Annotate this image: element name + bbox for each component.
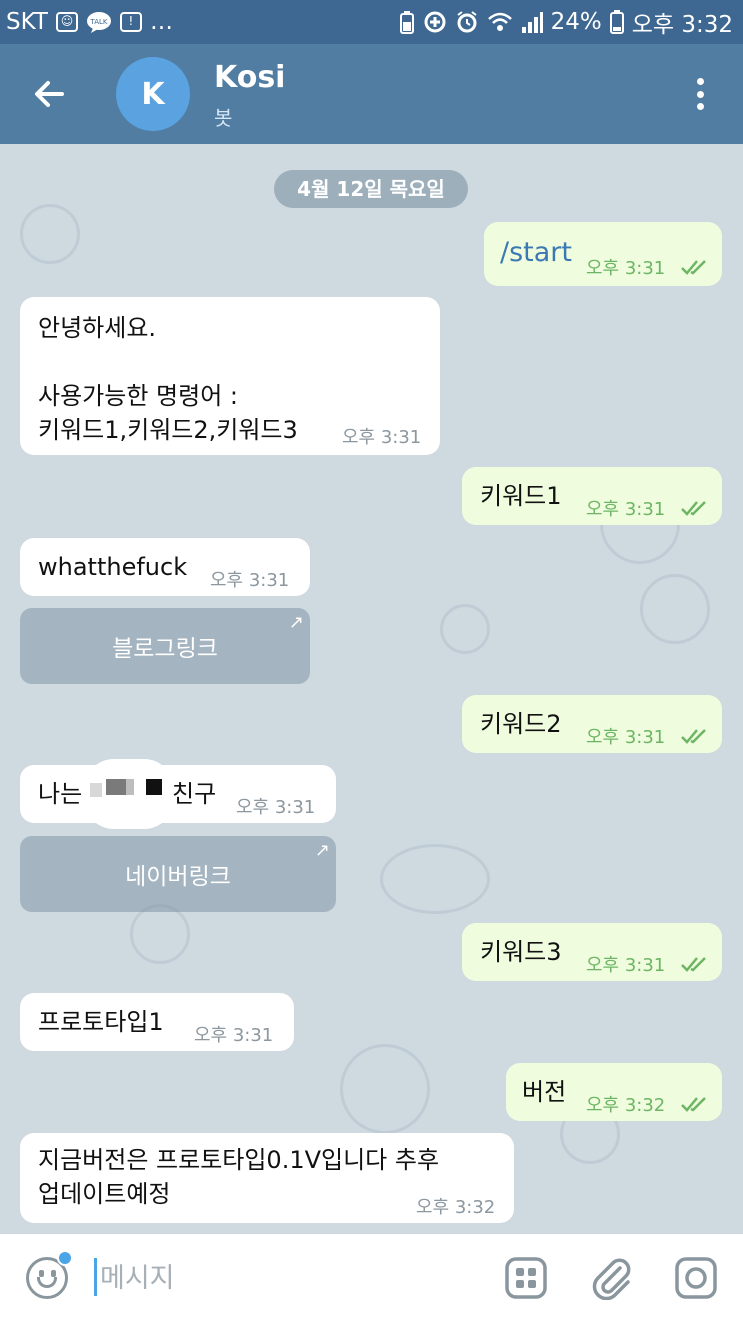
bot-commands-icon[interactable] — [504, 1256, 548, 1300]
read-checkmarks-icon — [681, 501, 706, 516]
message-text: 키워드3 — [480, 938, 562, 966]
external-link-icon: ↗ — [314, 840, 330, 861]
chat-subtitle: 봇 — [214, 106, 233, 130]
message-composer — [0, 1234, 743, 1321]
message-text-end: 친구 — [172, 780, 217, 808]
message-text: 안녕하세요. 사용가능한 명령어 : 키워드1,키워드2,키워드3 — [38, 314, 298, 444]
chat-title[interactable]: Kosi — [214, 60, 285, 95]
avatar[interactable]: K — [116, 57, 190, 131]
read-checkmarks-icon — [681, 729, 706, 744]
incoming-message[interactable]: 안녕하세요. 사용가능한 명령어 : 키워드1,키워드2,키워드3 오후 3:3… — [20, 297, 440, 455]
message-time: 오후 3:32 — [586, 1095, 666, 1116]
message-time: 오후 3:31 — [586, 727, 666, 748]
message-text: 키워드1 — [480, 482, 562, 510]
background-doodle — [380, 844, 490, 914]
new-sticker-badge — [57, 1250, 73, 1266]
message-input[interactable] — [100, 1256, 460, 1300]
background-doodle — [640, 574, 710, 644]
incoming-message[interactable]: 나는 친구 오후 3:31 — [20, 759, 336, 829]
back-arrow-icon — [35, 81, 64, 107]
message-time: 오후 3:31 — [586, 955, 666, 976]
outgoing-message[interactable]: 키워드2 오후 3:31 — [462, 695, 722, 753]
clock: 오후 3:32 — [631, 12, 733, 38]
message-time: 오후 3:31 — [210, 570, 290, 591]
message-time: 오후 3:32 — [416, 1197, 496, 1218]
message-time: 오후 3:31 — [586, 258, 666, 279]
incoming-message[interactable]: whatthefuck 오후 3:31 — [20, 538, 310, 596]
battery-icon — [609, 10, 624, 34]
back-button[interactable] — [28, 72, 72, 116]
status-bar: SKT ☺ TALK ! … 24% 오후 3:32 — [0, 0, 743, 44]
inline-button-label: 네이버링크 — [125, 864, 231, 890]
background-doodle — [130, 904, 190, 964]
censor-pixel — [126, 779, 134, 795]
incoming-message[interactable]: 지금버전은 프로토타입0.1V입니다 추후 업데이트예정 오후 3:32 — [20, 1133, 514, 1223]
more-notifications-icon: … — [149, 9, 173, 35]
data-saver-icon — [423, 10, 447, 34]
message-time: 오후 3:31 — [236, 797, 316, 818]
outgoing-message[interactable]: /start 오후 3:31 — [484, 222, 722, 286]
battery-saver-icon — [399, 10, 415, 34]
emoji-icon — [39, 1270, 44, 1277]
notification-icon: ☺ — [55, 12, 78, 32]
emoji-icon — [51, 1270, 56, 1277]
text-cursor — [94, 1258, 97, 1296]
message-text-start: 나는 — [38, 780, 83, 808]
read-checkmarks-icon — [681, 1097, 706, 1112]
read-checkmarks-icon — [681, 957, 706, 972]
talk-icon: TALK — [86, 11, 112, 33]
message-time: 오후 3:31 — [586, 499, 666, 520]
attach-icon[interactable] — [590, 1256, 634, 1300]
alert-icon: ! — [119, 12, 142, 32]
censor-pixel — [146, 779, 162, 795]
message-text: whatthefuck — [38, 553, 188, 581]
chat-header: K Kosi 봇 — [0, 44, 743, 144]
emoji-icon — [37, 1277, 57, 1288]
background-doodle — [20, 204, 80, 264]
message-text: 키워드2 — [480, 710, 562, 738]
emoji-button[interactable] — [26, 1250, 73, 1299]
inline-link-button[interactable]: 네이버링크 ↗ — [20, 836, 336, 912]
outgoing-message[interactable]: 키워드3 오후 3:31 — [462, 923, 722, 981]
read-checkmarks-icon — [681, 260, 706, 275]
signal-icon — [521, 11, 543, 33]
date-separator: 4월 12일 목요일 — [274, 170, 468, 208]
outgoing-message[interactable]: 키워드1 오후 3:31 — [462, 467, 722, 525]
carrier-label: SKT — [6, 9, 48, 35]
inline-button-label: 블로그링크 — [112, 636, 218, 662]
message-text: 프로토타입1 — [38, 1008, 164, 1036]
more-menu-icon[interactable] — [690, 74, 710, 114]
censor-pixel — [106, 779, 126, 795]
background-doodle — [340, 1044, 430, 1134]
wifi-icon — [487, 11, 513, 33]
external-link-icon: ↗ — [288, 612, 304, 633]
message-list[interactable]: 4월 12일 목요일 /start 오후 3:31 안녕하세요. 사용가능한 명… — [0, 144, 743, 1234]
outgoing-message[interactable]: 버전 오후 3:32 — [506, 1063, 722, 1121]
battery-percent: 24% — [550, 9, 602, 35]
incoming-message[interactable]: 프로토타입1 오후 3:31 — [20, 993, 294, 1051]
alarm-icon — [455, 10, 479, 34]
message-text: 버전 — [522, 1078, 567, 1106]
message-text: 지금버전은 프로토타입0.1V입니다 추후 업데이트예정 — [38, 1146, 440, 1208]
censor-pixel — [90, 783, 102, 797]
camera-icon[interactable] — [674, 1256, 718, 1300]
message-time: 오후 3:31 — [194, 1025, 274, 1046]
background-doodle — [440, 604, 490, 654]
inline-link-button[interactable]: 블로그링크 ↗ — [20, 608, 310, 684]
message-text: /start — [500, 237, 572, 268]
svg-text:TALK: TALK — [89, 18, 107, 26]
message-time: 오후 3:31 — [342, 427, 422, 448]
